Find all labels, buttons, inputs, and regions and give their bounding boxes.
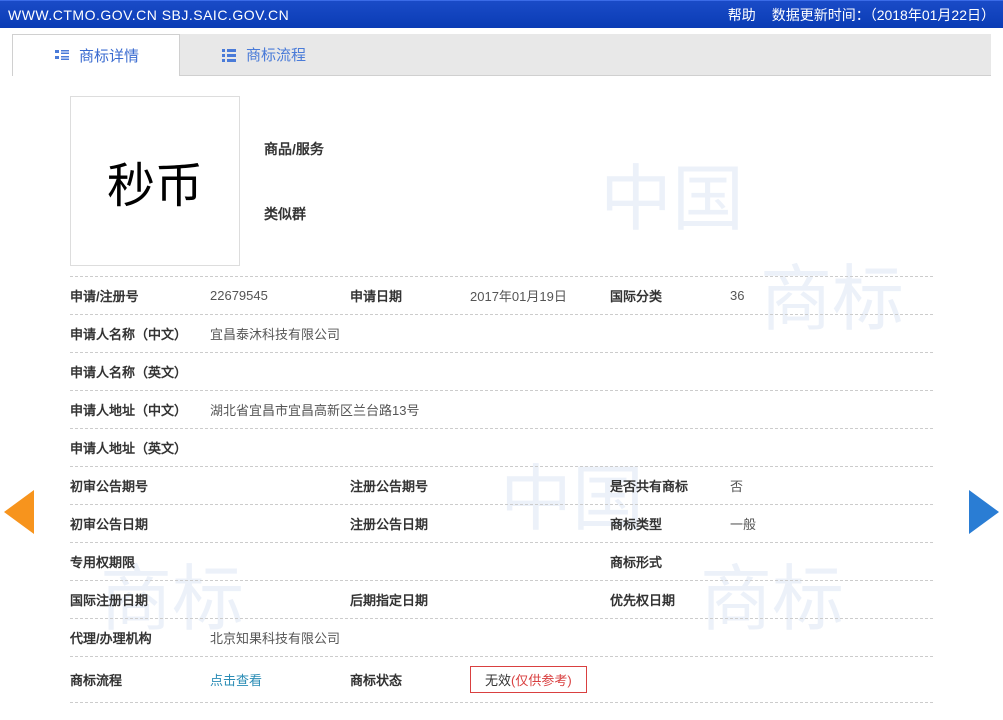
status-badge: 无效(仅供参考): [470, 666, 587, 693]
address-cn-value: 湖北省宜昌市宜昌高新区兰台路13号: [210, 400, 933, 419]
status-note: (仅供参考): [511, 673, 572, 688]
reg-no-value: 22679545: [210, 288, 350, 303]
joint-label: 是否共有商标: [610, 476, 730, 495]
process-icon: [220, 46, 238, 64]
prelim-date-label: 初审公告日期: [70, 514, 210, 533]
late-date-label: 后期指定日期: [350, 590, 470, 609]
reg-no-label: 申请/注册号: [70, 286, 210, 305]
trademark-logo: 秒币: [70, 96, 240, 266]
reg-notice-no-label: 注册公告期号: [350, 476, 470, 495]
status-label: 商标状态: [350, 670, 470, 689]
app-date-label: 申请日期: [350, 286, 470, 305]
content-panel: 秒币 商品/服务 类似群 申请/注册号 22679545 申请日期 2017年0…: [0, 76, 1003, 703]
tm-type-value: 一般: [730, 514, 870, 533]
tabs: 商标详情 商标流程: [12, 34, 991, 76]
applicant-cn-label: 申请人名称（中文）: [70, 324, 210, 343]
row-exclusive: 专用权期限 商标形式: [70, 543, 933, 581]
site-url: WWW.CTMO.GOV.CN SBJ.SAIC.GOV.CN: [8, 7, 289, 23]
banner-right: 帮助 数据更新时间：（2018年01月22日）: [728, 5, 995, 25]
row-registration: 申请/注册号 22679545 申请日期 2017年01月19日 国际分类 36: [70, 276, 933, 315]
row-prelim-no: 初审公告期号 注册公告期号 是否共有商标 否: [70, 467, 933, 505]
header-section: 秒币 商品/服务 类似群: [70, 96, 933, 266]
process-label: 商标流程: [70, 670, 210, 689]
row-applicant-cn: 申请人名称（中文） 宜昌泰沐科技有限公司: [70, 315, 933, 353]
help-link[interactable]: 帮助: [728, 5, 756, 25]
reg-notice-date-label: 注册公告日期: [350, 514, 470, 533]
prelim-no-label: 初审公告期号: [70, 476, 210, 495]
priority-date-label: 优先权日期: [610, 590, 730, 609]
intl-class-label: 国际分类: [610, 286, 730, 305]
tm-type-label: 商标类型: [610, 514, 730, 533]
status-value: 无效: [485, 673, 511, 688]
agent-label: 代理/办理机构: [70, 628, 210, 647]
joint-value: 否: [730, 476, 870, 495]
status-cell: 无效(仅供参考): [470, 666, 933, 693]
app-date-value: 2017年01月19日: [470, 286, 610, 305]
goods-services-label: 商品/服务: [264, 139, 324, 159]
process-link-cell: 点击查看: [210, 670, 350, 689]
tab-details-label: 商标详情: [79, 45, 139, 66]
tab-trademark-process[interactable]: 商标流程: [180, 34, 346, 75]
address-en-label: 申请人地址（英文）: [70, 438, 210, 457]
applicant-en-label: 申请人名称（英文）: [70, 362, 210, 381]
process-view-link[interactable]: 点击查看: [210, 673, 262, 688]
update-time: 数据更新时间：（2018年01月22日）: [772, 5, 995, 25]
tab-process-label: 商标流程: [246, 44, 306, 65]
row-agent: 代理/办理机构 北京知果科技有限公司: [70, 619, 933, 657]
exclusive-label: 专用权期限: [70, 552, 210, 571]
intl-reg-date-label: 国际注册日期: [70, 590, 210, 609]
row-address-en: 申请人地址（英文）: [70, 429, 933, 467]
tab-trademark-details[interactable]: 商标详情: [12, 34, 180, 76]
address-cn-label: 申请人地址（中文）: [70, 400, 210, 419]
applicant-cn-value: 宜昌泰沐科技有限公司: [210, 324, 933, 343]
tm-form-label: 商标形式: [610, 552, 730, 571]
details-icon: [53, 47, 71, 65]
row-prelim-date: 初审公告日期 注册公告日期 商标类型 一般: [70, 505, 933, 543]
similar-group-label: 类似群: [264, 204, 324, 224]
agent-value: 北京知果科技有限公司: [210, 628, 933, 647]
row-applicant-en: 申请人名称（英文）: [70, 353, 933, 391]
row-intl-reg-date: 国际注册日期 后期指定日期 优先权日期: [70, 581, 933, 619]
row-process-status: 商标流程 点击查看 商标状态 无效(仅供参考): [70, 657, 933, 703]
intl-class-value: 36: [730, 288, 870, 303]
row-address-cn: 申请人地址（中文） 湖北省宜昌市宜昌高新区兰台路13号: [70, 391, 933, 429]
top-banner: WWW.CTMO.GOV.CN SBJ.SAIC.GOV.CN 帮助 数据更新时…: [0, 0, 1003, 28]
